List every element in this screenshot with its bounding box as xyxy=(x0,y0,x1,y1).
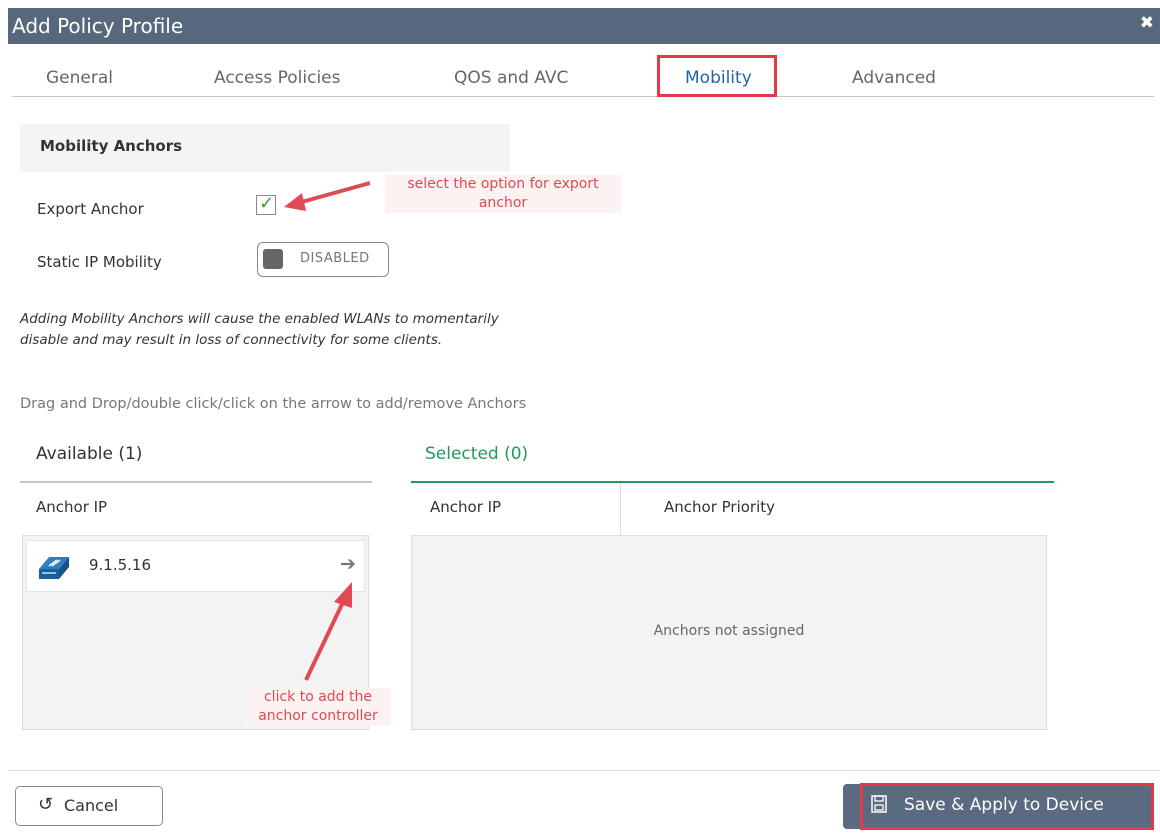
export-anchor-checkbox[interactable]: ✓ xyxy=(256,193,276,215)
annotation-add-line1: click to add the xyxy=(263,689,372,705)
drag-hint: Drag and Drop/double click/click on the … xyxy=(20,396,527,412)
annotation-export-line1: select the option for export xyxy=(407,176,599,192)
section-title: Mobility Anchors xyxy=(40,137,183,155)
annotation-arrow-export xyxy=(284,181,371,211)
mobility-tab-highlight xyxy=(657,55,777,97)
tab-advanced[interactable]: Advanced xyxy=(852,68,936,88)
save-button-highlight xyxy=(860,783,1154,830)
export-anchor-label: Export Anchor xyxy=(37,200,144,218)
undo-icon: ↺ xyxy=(38,794,54,815)
selected-anchor-priority-header: Anchor Priority xyxy=(664,498,776,516)
selected-list: Anchors not assigned xyxy=(411,535,1047,730)
available-anchor-ip-header: Anchor IP xyxy=(36,498,108,516)
warning-line1: Adding Mobility Anchors will cause the e… xyxy=(20,311,499,327)
footer-divider xyxy=(8,770,1160,771)
tab-general[interactable]: General xyxy=(46,68,113,88)
toggle-knob xyxy=(263,249,283,269)
selected-rule xyxy=(411,481,1054,483)
tab-bar-divider xyxy=(12,96,1154,97)
toggle-state: DISABLED xyxy=(300,251,370,266)
tab-qos-and-avc[interactable]: QOS and AVC xyxy=(454,68,568,88)
available-rule xyxy=(20,481,372,483)
close-icon[interactable]: ✖ xyxy=(1140,13,1154,33)
warning-note: Adding Mobility Anchors will cause the e… xyxy=(20,309,499,351)
dialog-titlebar: Add Policy Profile ✖ xyxy=(8,8,1160,44)
anchor-ip-value: 9.1.5.16 xyxy=(89,556,152,574)
selected-title: Selected (0) xyxy=(425,444,529,464)
column-divider xyxy=(620,483,621,535)
warning-line2: disable and may result in loss of connec… xyxy=(20,332,443,348)
selected-anchor-ip-header: Anchor IP xyxy=(430,498,502,516)
annotation-arrow-add xyxy=(304,582,352,681)
annotation-add: click to add the anchor controller xyxy=(245,688,391,726)
mobility-anchors-header: Mobility Anchors xyxy=(20,124,510,172)
available-title: Available (1) xyxy=(36,444,143,464)
annotation-export: select the option for export anchor xyxy=(385,175,621,213)
cancel-button[interactable]: ↺ Cancel xyxy=(15,786,163,826)
dialog-title: Add Policy Profile xyxy=(12,14,184,38)
cancel-label: Cancel xyxy=(64,796,119,815)
annotation-export-line2: anchor xyxy=(478,195,528,211)
tab-access-policies[interactable]: Access Policies xyxy=(214,68,340,88)
empty-message: Anchors not assigned xyxy=(653,623,805,639)
static-ip-mobility-label: Static IP Mobility xyxy=(37,253,162,271)
checkmark-icon: ✓ xyxy=(259,193,275,214)
annotation-add-line2: anchor controller xyxy=(258,708,378,724)
static-ip-mobility-toggle[interactable]: DISABLED xyxy=(257,242,389,277)
controller-icon xyxy=(39,557,69,579)
add-arrow-icon[interactable]: ➔ xyxy=(340,553,356,575)
